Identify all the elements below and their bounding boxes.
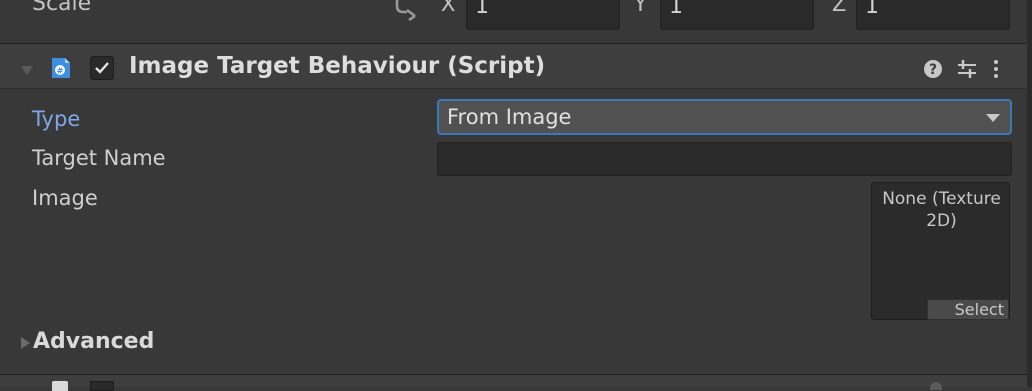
scale-z-field[interactable]: 1 <box>856 0 1010 30</box>
advanced-foldout-arrow-icon[interactable] <box>21 337 30 349</box>
dropdown-arrow-icon <box>986 114 1000 122</box>
next-component-checkbox[interactable] <box>90 381 114 391</box>
type-dropdown[interactable]: From Image <box>437 99 1012 135</box>
constrain-proportions-icon[interactable] <box>393 0 421 26</box>
foldout-arrow-icon[interactable] <box>21 66 33 75</box>
target-name-label: Target Name <box>32 146 166 170</box>
scale-y-label: Y <box>634 0 647 16</box>
separator <box>0 88 1032 89</box>
svg-text:#: # <box>57 67 64 76</box>
next-component-help-icon[interactable] <box>930 382 942 390</box>
image-label: Image <box>32 186 98 210</box>
csharp-script-icon: # <box>50 57 72 79</box>
texture-select-button[interactable]: Select <box>927 299 1009 320</box>
scale-y-field[interactable]: 1 <box>660 0 814 30</box>
preset-icon[interactable] <box>957 59 977 79</box>
scale-x-field[interactable]: 1 <box>466 0 620 30</box>
type-dropdown-value: From Image <box>447 105 572 129</box>
type-label: Type <box>32 107 81 131</box>
next-component-header[interactable] <box>0 375 1032 387</box>
next-component-icon <box>52 381 68 391</box>
help-icon[interactable]: ? <box>923 59 943 79</box>
scale-z-label: Z <box>832 0 847 16</box>
target-name-field[interactable] <box>437 142 1012 176</box>
checkmark-icon <box>95 62 109 74</box>
svg-text:?: ? <box>929 62 937 78</box>
scale-x-label: X <box>441 0 456 16</box>
advanced-foldout[interactable]: Advanced <box>33 329 154 354</box>
texture-object-field[interactable]: None (Texture 2D) Select <box>871 182 1010 320</box>
panel-edge <box>1027 0 1032 387</box>
component-enabled-checkbox[interactable] <box>90 56 114 80</box>
kebab-menu-icon[interactable] <box>989 58 1003 80</box>
component-title: Image Target Behaviour (Script) <box>129 53 546 79</box>
scale-label: Scale <box>32 0 92 16</box>
texture-value: None (Texture 2D) <box>882 189 1001 231</box>
